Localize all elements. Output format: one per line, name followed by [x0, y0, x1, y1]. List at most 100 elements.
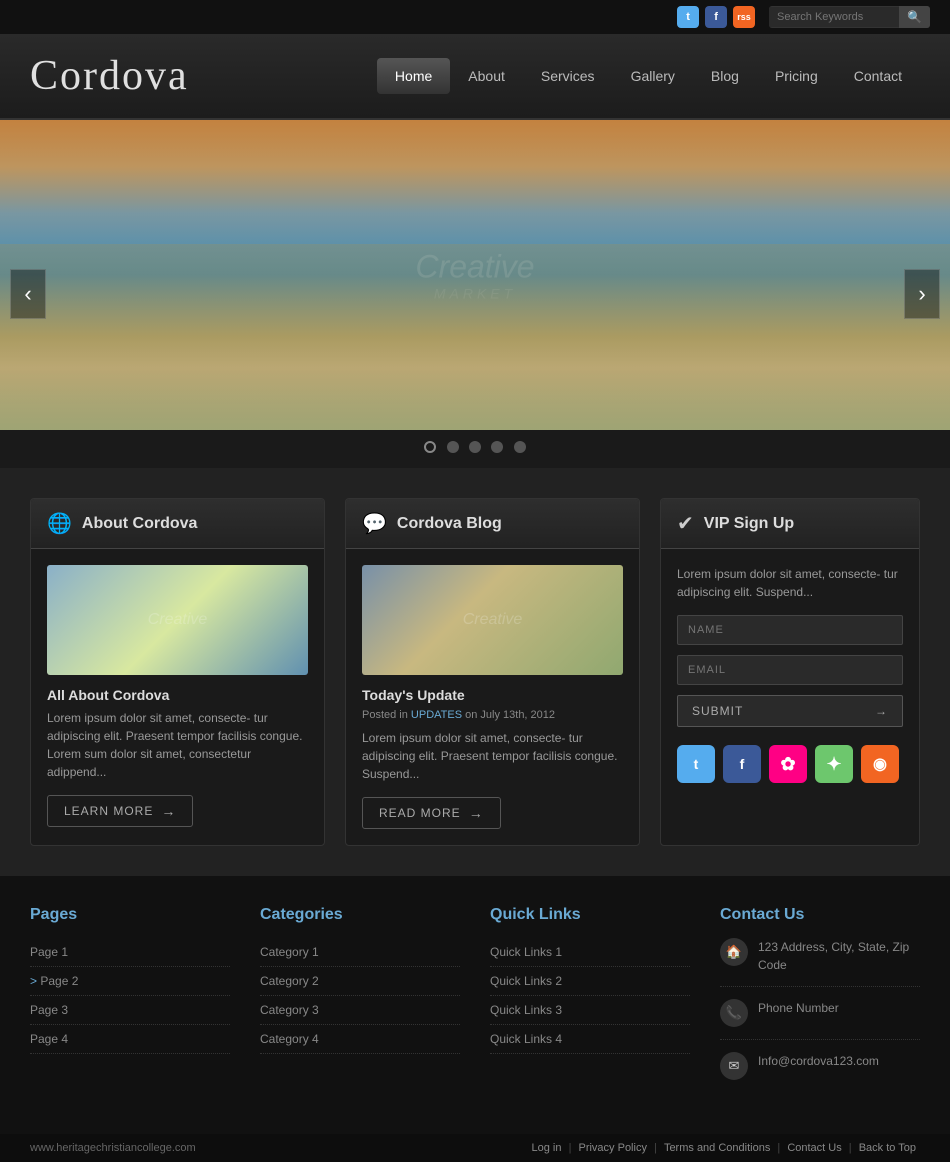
content-section: 🌐 About Cordova Creative All About Cordo…: [0, 468, 950, 876]
vip-submit-button[interactable]: SUBMIT →: [677, 695, 903, 727]
nav-gallery[interactable]: Gallery: [613, 58, 693, 94]
blog-card-body: Creative Today's Update Posted in UPDATE…: [346, 549, 639, 845]
nav-blog[interactable]: Blog: [693, 58, 757, 94]
arrow-icon: →: [161, 803, 176, 819]
footer-cat-3[interactable]: Category 3: [260, 996, 460, 1025]
footer-pages-title: Pages: [30, 906, 230, 924]
login-link[interactable]: Log in: [532, 1142, 562, 1154]
vip-card-body: Lorem ipsum dolor sit amet, consecte- tu…: [661, 549, 919, 799]
slider-prev[interactable]: ‹: [10, 269, 46, 319]
vip-card-header: ✔ VIP Sign Up: [661, 499, 919, 549]
nav-home[interactable]: Home: [377, 58, 450, 94]
blog-card-thumb: Creative: [362, 565, 623, 675]
dot-3[interactable]: [469, 441, 481, 453]
slider-next[interactable]: ›: [904, 269, 940, 319]
privacy-link[interactable]: Privacy Policy: [578, 1142, 646, 1154]
check-icon: ✔: [677, 511, 694, 536]
blog-thumb-watermark: Creative: [463, 611, 523, 629]
slider-image: Creative MARKET: [0, 120, 950, 430]
blog-meta: Posted in UPDATES on July 13th, 2012: [362, 709, 623, 721]
footer-page-1[interactable]: Page 1: [30, 938, 230, 967]
footer-ql-1[interactable]: Quick Links 1: [490, 938, 690, 967]
search-bar: 🔍: [769, 6, 930, 28]
footer-phone-item: 📞 Phone Number: [720, 999, 920, 1040]
bottom-bar: www.heritagechristiancollege.com Log in …: [0, 1134, 950, 1162]
vip-stumbleupon-button[interactable]: ✦: [815, 745, 853, 783]
footer-quicklinks-list: Quick Links 1 Quick Links 2 Quick Links …: [490, 938, 690, 1054]
dot-2[interactable]: [447, 441, 459, 453]
arrow-icon: →: [469, 805, 484, 821]
about-subtitle: All About Cordova: [47, 687, 308, 703]
rss-icon-top[interactable]: rss: [733, 6, 755, 28]
footer-page-3[interactable]: Page 3: [30, 996, 230, 1025]
footer-address-item: 🏠 123 Address, City, State, Zip Code: [720, 938, 920, 987]
search-button[interactable]: 🔍: [899, 6, 930, 28]
logo: Cordova: [30, 52, 189, 100]
footer-quicklinks-title: Quick Links: [490, 906, 690, 924]
backtotop-link[interactable]: Back to Top: [859, 1142, 916, 1154]
blog-card-title: Cordova Blog: [397, 515, 502, 533]
footer-pages: Pages Page 1 Page 2 Page 3 Page 4: [30, 906, 230, 1104]
contact-link[interactable]: Contact Us: [787, 1142, 841, 1154]
blog-tag[interactable]: UPDATES: [411, 709, 462, 721]
nav-pricing[interactable]: Pricing: [757, 58, 836, 94]
dot-4[interactable]: [491, 441, 503, 453]
search-input[interactable]: [769, 7, 899, 27]
footer-email: Info@cordova123.com: [758, 1052, 879, 1070]
site-url: www.heritagechristiancollege.com: [30, 1142, 196, 1154]
blog-card: 💬 Cordova Blog Creative Today's Update P…: [345, 498, 640, 846]
about-card-title: About Cordova: [82, 515, 198, 533]
top-bar: t f rss 🔍: [0, 0, 950, 34]
footer: Pages Page 1 Page 2 Page 3 Page 4 Catego…: [0, 876, 950, 1134]
footer-page-2[interactable]: Page 2: [30, 967, 230, 996]
footer-categories-title: Categories: [260, 906, 460, 924]
footer-email-item: ✉ Info@cordova123.com: [720, 1052, 920, 1092]
vip-desc: Lorem ipsum dolor sit amet, consecte- tu…: [677, 565, 903, 601]
nav-contact[interactable]: Contact: [836, 58, 920, 94]
vip-rss-button[interactable]: ◉: [861, 745, 899, 783]
vip-card-title: VIP Sign Up: [704, 515, 794, 533]
vip-facebook-button[interactable]: f: [723, 745, 761, 783]
submit-arrow-icon: →: [875, 704, 888, 718]
footer-ql-3[interactable]: Quick Links 3: [490, 996, 690, 1025]
about-card-header: 🌐 About Cordova: [31, 499, 324, 549]
about-thumb-watermark: Creative: [148, 611, 208, 629]
terms-link[interactable]: Terms and Conditions: [664, 1142, 770, 1154]
footer-ql-4[interactable]: Quick Links 4: [490, 1025, 690, 1054]
footer-categories: Categories Category 1 Category 2 Categor…: [260, 906, 460, 1104]
blog-card-header: 💬 Cordova Blog: [346, 499, 639, 549]
footer-ql-2[interactable]: Quick Links 2: [490, 967, 690, 996]
home-icon: 🏠: [720, 938, 748, 966]
vip-email-input[interactable]: [677, 655, 903, 685]
slider-dots: [0, 430, 950, 468]
read-more-button[interactable]: READ MORE →: [362, 797, 501, 829]
about-card-thumb: Creative: [47, 565, 308, 675]
phone-icon: 📞: [720, 999, 748, 1027]
footer-cat-2[interactable]: Category 2: [260, 967, 460, 996]
twitter-icon-top[interactable]: t: [677, 6, 699, 28]
footer-cat-4[interactable]: Category 4: [260, 1025, 460, 1054]
nav-about[interactable]: About: [450, 58, 523, 94]
dot-1[interactable]: [424, 441, 436, 453]
about-text: Lorem ipsum dolor sit amet, consecte- tu…: [47, 709, 308, 781]
vip-flickr-button[interactable]: ✿: [769, 745, 807, 783]
learn-more-button[interactable]: LEARN MORE →: [47, 795, 193, 827]
nav-services[interactable]: Services: [523, 58, 613, 94]
footer-pages-list: Page 1 Page 2 Page 3 Page 4: [30, 938, 230, 1054]
globe-icon: 🌐: [47, 511, 72, 536]
vip-twitter-button[interactable]: t: [677, 745, 715, 783]
footer-address: 123 Address, City, State, Zip Code: [758, 938, 920, 974]
dot-5[interactable]: [514, 441, 526, 453]
vip-card: ✔ VIP Sign Up Lorem ipsum dolor sit amet…: [660, 498, 920, 846]
footer-page-4[interactable]: Page 4: [30, 1025, 230, 1054]
bottom-links: Log in | Privacy Policy | Terms and Cond…: [528, 1142, 920, 1154]
facebook-icon-top[interactable]: f: [705, 6, 727, 28]
footer-cat-1[interactable]: Category 1: [260, 938, 460, 967]
blog-text: Lorem ipsum dolor sit amet, consecte- tu…: [362, 729, 623, 783]
header: Cordova Home About Services Gallery Blog…: [0, 34, 950, 120]
footer-contact: Contact Us 🏠 123 Address, City, State, Z…: [720, 906, 920, 1104]
footer-contact-title: Contact Us: [720, 906, 920, 924]
chat-icon: 💬: [362, 511, 387, 536]
vip-name-input[interactable]: [677, 615, 903, 645]
footer-phone: Phone Number: [758, 999, 839, 1017]
